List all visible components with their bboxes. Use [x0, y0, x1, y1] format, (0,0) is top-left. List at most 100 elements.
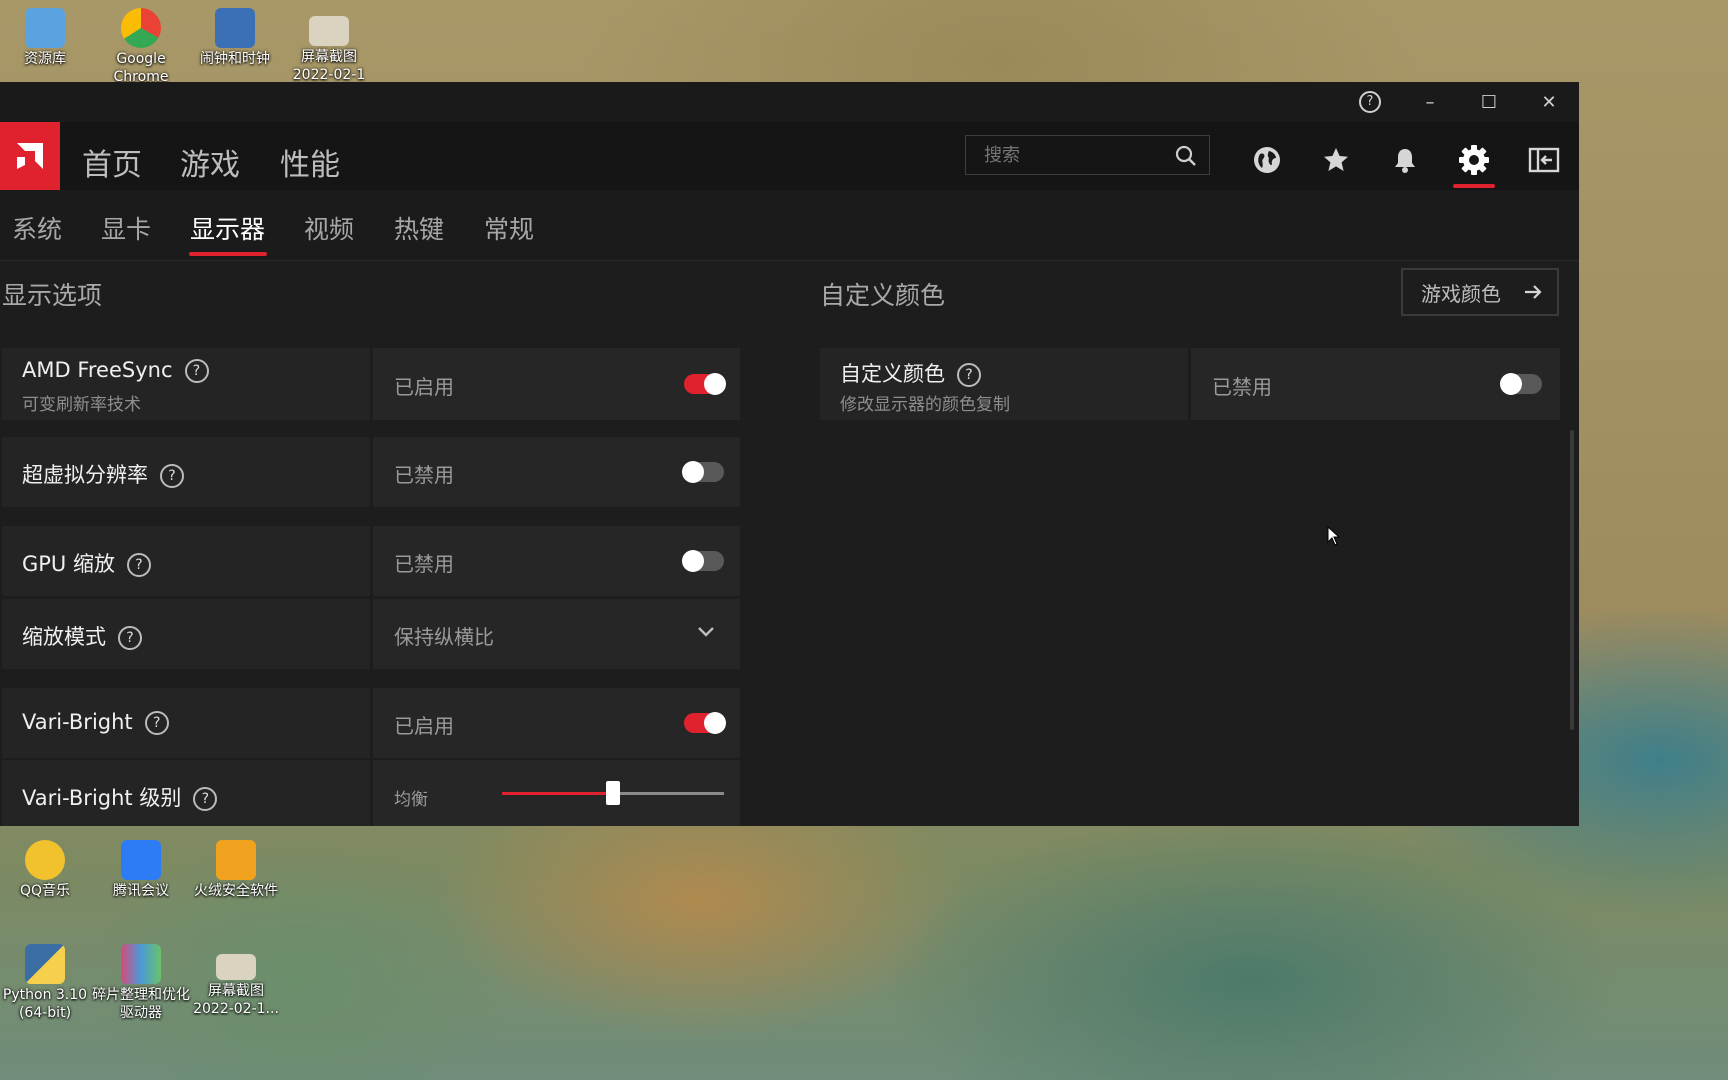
image-file-icon	[216, 954, 256, 980]
desktop-icon-label: Google Chrome	[113, 51, 169, 85]
setting-value: 已启用	[394, 375, 454, 399]
setting-description: 可变刷新率技术	[22, 395, 141, 415]
tab-graphics[interactable]: 显卡	[101, 210, 151, 246]
desktop-icon-screenshot-2[interactable]: 屏幕截图 2022-02-1...	[188, 940, 284, 1018]
globe-icon	[1254, 147, 1280, 173]
desktop-icon-qqmusic[interactable]: QQ音乐	[0, 836, 90, 900]
setting-name: Vari-Bright 级别?	[22, 782, 218, 812]
toggle-knob	[682, 550, 704, 572]
close-button[interactable]: ✕	[1533, 88, 1565, 116]
setting-value: 已禁用	[394, 552, 454, 576]
desktop-icon-label: QQ音乐	[19, 883, 71, 899]
section-title-display-options: 显示选项	[2, 281, 103, 310]
help-icon[interactable]: ?	[957, 363, 981, 387]
setting-name-text: Vari-Bright	[22, 710, 133, 734]
scaling-mode-dropdown[interactable]: 保持纵横比	[394, 621, 494, 650]
setting-row-scaling-mode: 缩放模式? 保持纵横比	[2, 599, 740, 669]
toggle-knob	[1500, 373, 1522, 395]
help-icon[interactable]: ?	[118, 626, 142, 650]
setting-name: Vari-Bright?	[22, 710, 169, 735]
setting-name: AMD FreeSync?	[22, 358, 209, 383]
setting-row-vari-bright-level: Vari-Bright 级别? 均衡	[2, 760, 740, 826]
vari-bright-toggle[interactable]	[684, 712, 726, 734]
title-bar: ? – ☐ ✕	[0, 82, 1579, 122]
settings-active-indicator	[1453, 184, 1495, 188]
toggle-knob	[704, 712, 726, 734]
qqmusic-icon	[25, 840, 65, 880]
desktop-icon-huorong[interactable]: 火绒安全软件	[188, 836, 284, 900]
setting-name-text: AMD FreeSync	[22, 358, 173, 382]
desktop-icon-python[interactable]: Python 3.10 (64-bit)	[0, 940, 90, 1022]
favorites-button[interactable]	[1316, 140, 1356, 180]
setting-row-custom-color: 自定义颜色? 修改显示器的颜色复制 已禁用	[820, 348, 1560, 420]
vari-bright-level-slider[interactable]	[502, 781, 724, 805]
game-color-button-label: 游戏颜色	[1421, 281, 1501, 306]
nav-gaming[interactable]: 游戏	[180, 140, 240, 184]
gpu-scaling-toggle[interactable]	[682, 550, 724, 572]
setting-value: 已启用	[394, 714, 454, 738]
slider-value-label: 均衡	[394, 790, 428, 810]
help-icon[interactable]: ?	[193, 787, 218, 811]
desktop-icon-label: 屏幕截图 2022-02-1	[292, 49, 366, 83]
desktop-icon-chrome[interactable]: Google Chrome	[96, 4, 186, 86]
defrag-icon	[121, 944, 161, 984]
tab-system[interactable]: 系统	[12, 210, 62, 246]
nav-home[interactable]: 首页	[82, 140, 142, 184]
amd-logo[interactable]	[0, 122, 60, 190]
game-color-button[interactable]: 游戏颜色	[1401, 268, 1559, 316]
setting-value: 已禁用	[394, 463, 454, 487]
help-button[interactable]: ?	[1354, 88, 1386, 116]
custom-color-toggle[interactable]	[1500, 373, 1542, 395]
arrow-right-icon	[1525, 285, 1542, 299]
desktop-icon-label: 闹钟和时钟	[200, 51, 270, 67]
setting-row-vari-bright: Vari-Bright? 已启用	[2, 688, 740, 758]
setting-name: GPU 缩放?	[22, 548, 151, 578]
search-icon[interactable]	[1175, 145, 1197, 167]
setting-name-text: GPU 缩放	[22, 552, 115, 576]
minimize-button[interactable]: –	[1414, 88, 1446, 116]
desktop-icon-library[interactable]: 资源库	[0, 4, 90, 68]
freesync-toggle[interactable]	[684, 373, 726, 395]
mouse-cursor-icon	[1327, 526, 1341, 546]
desktop-icon-label: Python 3.10 (64-bit)	[2, 987, 88, 1021]
maximize-button[interactable]: ☐	[1473, 88, 1505, 116]
setting-value: 已禁用	[1212, 375, 1272, 399]
setting-row-gpu-scaling: GPU 缩放? 已禁用	[2, 526, 740, 596]
toggle-knob	[682, 461, 704, 483]
notifications-button[interactable]	[1385, 140, 1425, 180]
setting-name: 缩放模式?	[22, 621, 142, 651]
search-input[interactable]	[982, 144, 1176, 167]
desktop-icon-defrag[interactable]: 碎片整理和优化驱动器	[92, 940, 190, 1022]
setting-name: 超虚拟分辨率?	[22, 459, 184, 489]
desktop-icon-screenshot[interactable]: 屏幕截图 2022-02-1	[284, 4, 374, 84]
setting-row-vsr: 超虚拟分辨率? 已禁用	[2, 437, 740, 507]
chevron-down-icon[interactable]	[697, 626, 715, 638]
desktop-icon-label: 碎片整理和优化驱动器	[92, 987, 190, 1021]
sidebar-toggle-button[interactable]	[1524, 140, 1564, 180]
collapse-panel-icon	[1528, 147, 1560, 173]
scrollbar[interactable]	[1570, 430, 1574, 730]
desktop-icon-tencent-meeting[interactable]: 腾讯会议	[96, 836, 186, 900]
star-icon	[1324, 148, 1348, 171]
tab-hotkeys[interactable]: 热键	[394, 210, 444, 246]
tab-general[interactable]: 常规	[484, 210, 534, 246]
help-icon[interactable]: ?	[144, 711, 169, 735]
help-icon[interactable]: ?	[126, 553, 151, 577]
nav-performance[interactable]: 性能	[280, 140, 340, 184]
desktop-icon-clock[interactable]: 闹钟和时钟	[190, 4, 280, 68]
help-icon[interactable]: ?	[184, 359, 209, 383]
help-icon[interactable]: ?	[160, 464, 184, 488]
vsr-toggle[interactable]	[682, 461, 724, 483]
help-circle-icon: ?	[1359, 91, 1381, 113]
tab-display[interactable]: 显示器	[190, 210, 265, 246]
library-icon	[25, 8, 65, 48]
desktop-icon-label: 腾讯会议	[113, 883, 169, 899]
slider-thumb[interactable]	[606, 781, 620, 805]
gear-icon	[1459, 145, 1489, 175]
setting-name: 自定义颜色?	[840, 358, 981, 388]
bell-icon	[1395, 149, 1415, 173]
tab-video[interactable]: 视频	[304, 210, 354, 246]
setting-name-text: 自定义颜色	[840, 362, 945, 386]
globe-button[interactable]	[1247, 140, 1287, 180]
settings-button[interactable]	[1454, 140, 1494, 180]
